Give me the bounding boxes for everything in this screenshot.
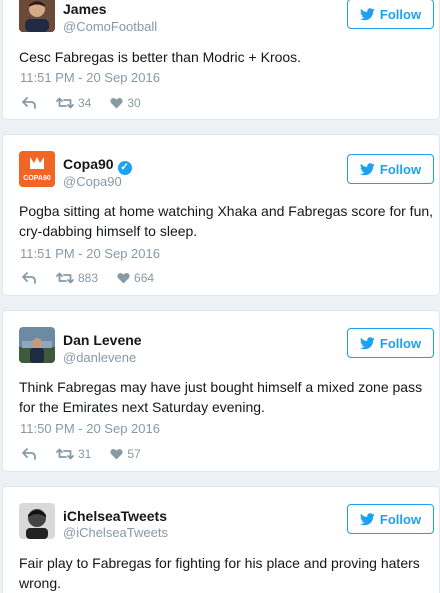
tweet-text: Think Fabregas may have just bought hims… xyxy=(19,379,423,415)
author-handle[interactable]: @danlevene xyxy=(63,350,136,365)
avatar[interactable] xyxy=(19,327,55,363)
like-button[interactable]: 664 xyxy=(117,271,154,285)
like-button[interactable]: 57 xyxy=(110,447,141,461)
twitter-bird-icon xyxy=(359,336,375,349)
tweet-text: Fair play to Fabregas for fighting for h… xyxy=(19,555,420,591)
follow-label: Follow xyxy=(379,511,422,527)
tweet-actions: 883 664 xyxy=(22,269,154,287)
tweet-text: Pogba sitting at home watching Xhaka and… xyxy=(19,203,434,239)
follow-button[interactable]: Follow xyxy=(347,328,434,358)
tweet-timestamp[interactable]: 11:51 PM - 20 Sep 2016 xyxy=(20,246,160,261)
reply-button[interactable] xyxy=(22,97,36,109)
tweet-card: iChelseaTweets @iChelseaTweets Follow Fa… xyxy=(2,486,440,593)
tweet-actions: 34 30 xyxy=(22,94,141,112)
reply-icon xyxy=(22,272,36,284)
retweet-icon xyxy=(56,448,74,460)
reply-button[interactable] xyxy=(22,448,36,460)
retweet-icon xyxy=(56,272,74,284)
author-handle[interactable]: @iChelseaTweets xyxy=(63,525,168,540)
follow-label: Follow xyxy=(379,161,422,177)
twitter-bird-icon xyxy=(359,7,375,20)
tweet-card: COPA90 Copa90 ✓ @Copa90 Follow Pogba sitt… xyxy=(2,134,440,296)
reply-button[interactable] xyxy=(22,272,36,284)
like-button[interactable]: 30 xyxy=(110,96,141,110)
heart-icon xyxy=(110,98,123,109)
author-handle[interactable]: @Copa90 xyxy=(63,174,122,189)
avatar[interactable] xyxy=(19,0,55,32)
retweet-icon xyxy=(56,97,74,109)
author-name[interactable]: James xyxy=(63,1,107,17)
copa90-logo-text: COPA90 xyxy=(23,175,51,182)
author-name[interactable]: Copa90 ✓ xyxy=(63,156,132,175)
follow-label: Follow xyxy=(379,335,422,351)
tweet-card: James @ComoFootball Follow Cesc Fabregas… xyxy=(2,0,440,120)
tweet-timestamp[interactable]: 11:50 PM - 20 Sep 2016 xyxy=(20,421,160,436)
follow-button[interactable]: Follow xyxy=(347,0,434,29)
twitter-bird-icon xyxy=(359,162,375,175)
author-name-text: Copa90 xyxy=(63,156,114,172)
like-count: 30 xyxy=(127,96,141,110)
author-name[interactable]: Dan Levene xyxy=(63,332,142,348)
heart-icon xyxy=(117,273,130,284)
follow-label: Follow xyxy=(379,6,422,22)
twitter-bird-icon xyxy=(359,512,375,525)
verified-badge-icon: ✓ xyxy=(117,161,132,175)
author-name[interactable]: iChelseaTweets xyxy=(63,508,167,524)
follow-button[interactable]: Follow xyxy=(347,504,434,534)
retweet-count: 34 xyxy=(78,96,92,110)
retweet-count: 31 xyxy=(78,447,92,461)
reply-icon xyxy=(22,448,36,460)
retweet-button[interactable]: 883 xyxy=(56,271,98,285)
tweet-card: Dan Levene @danlevene Follow Think Fabre… xyxy=(2,310,440,472)
author-handle[interactable]: @ComoFootball xyxy=(63,19,157,34)
retweet-count: 883 xyxy=(78,271,99,285)
like-count: 57 xyxy=(127,447,141,461)
avatar[interactable] xyxy=(19,503,55,539)
reply-icon xyxy=(22,97,36,109)
avatar[interactable]: COPA90 xyxy=(19,151,55,187)
heart-icon xyxy=(110,449,123,460)
like-count: 664 xyxy=(134,271,155,285)
follow-button[interactable]: Follow xyxy=(347,154,434,184)
retweet-button[interactable]: 31 xyxy=(56,447,91,461)
tweet-actions: 31 57 xyxy=(22,445,141,463)
retweet-button[interactable]: 34 xyxy=(56,96,91,110)
tweet-timestamp[interactable]: 11:51 PM - 20 Sep 2016 xyxy=(20,70,160,85)
tweet-text: Cesc Fabregas is better than Modric + Kr… xyxy=(19,49,302,65)
